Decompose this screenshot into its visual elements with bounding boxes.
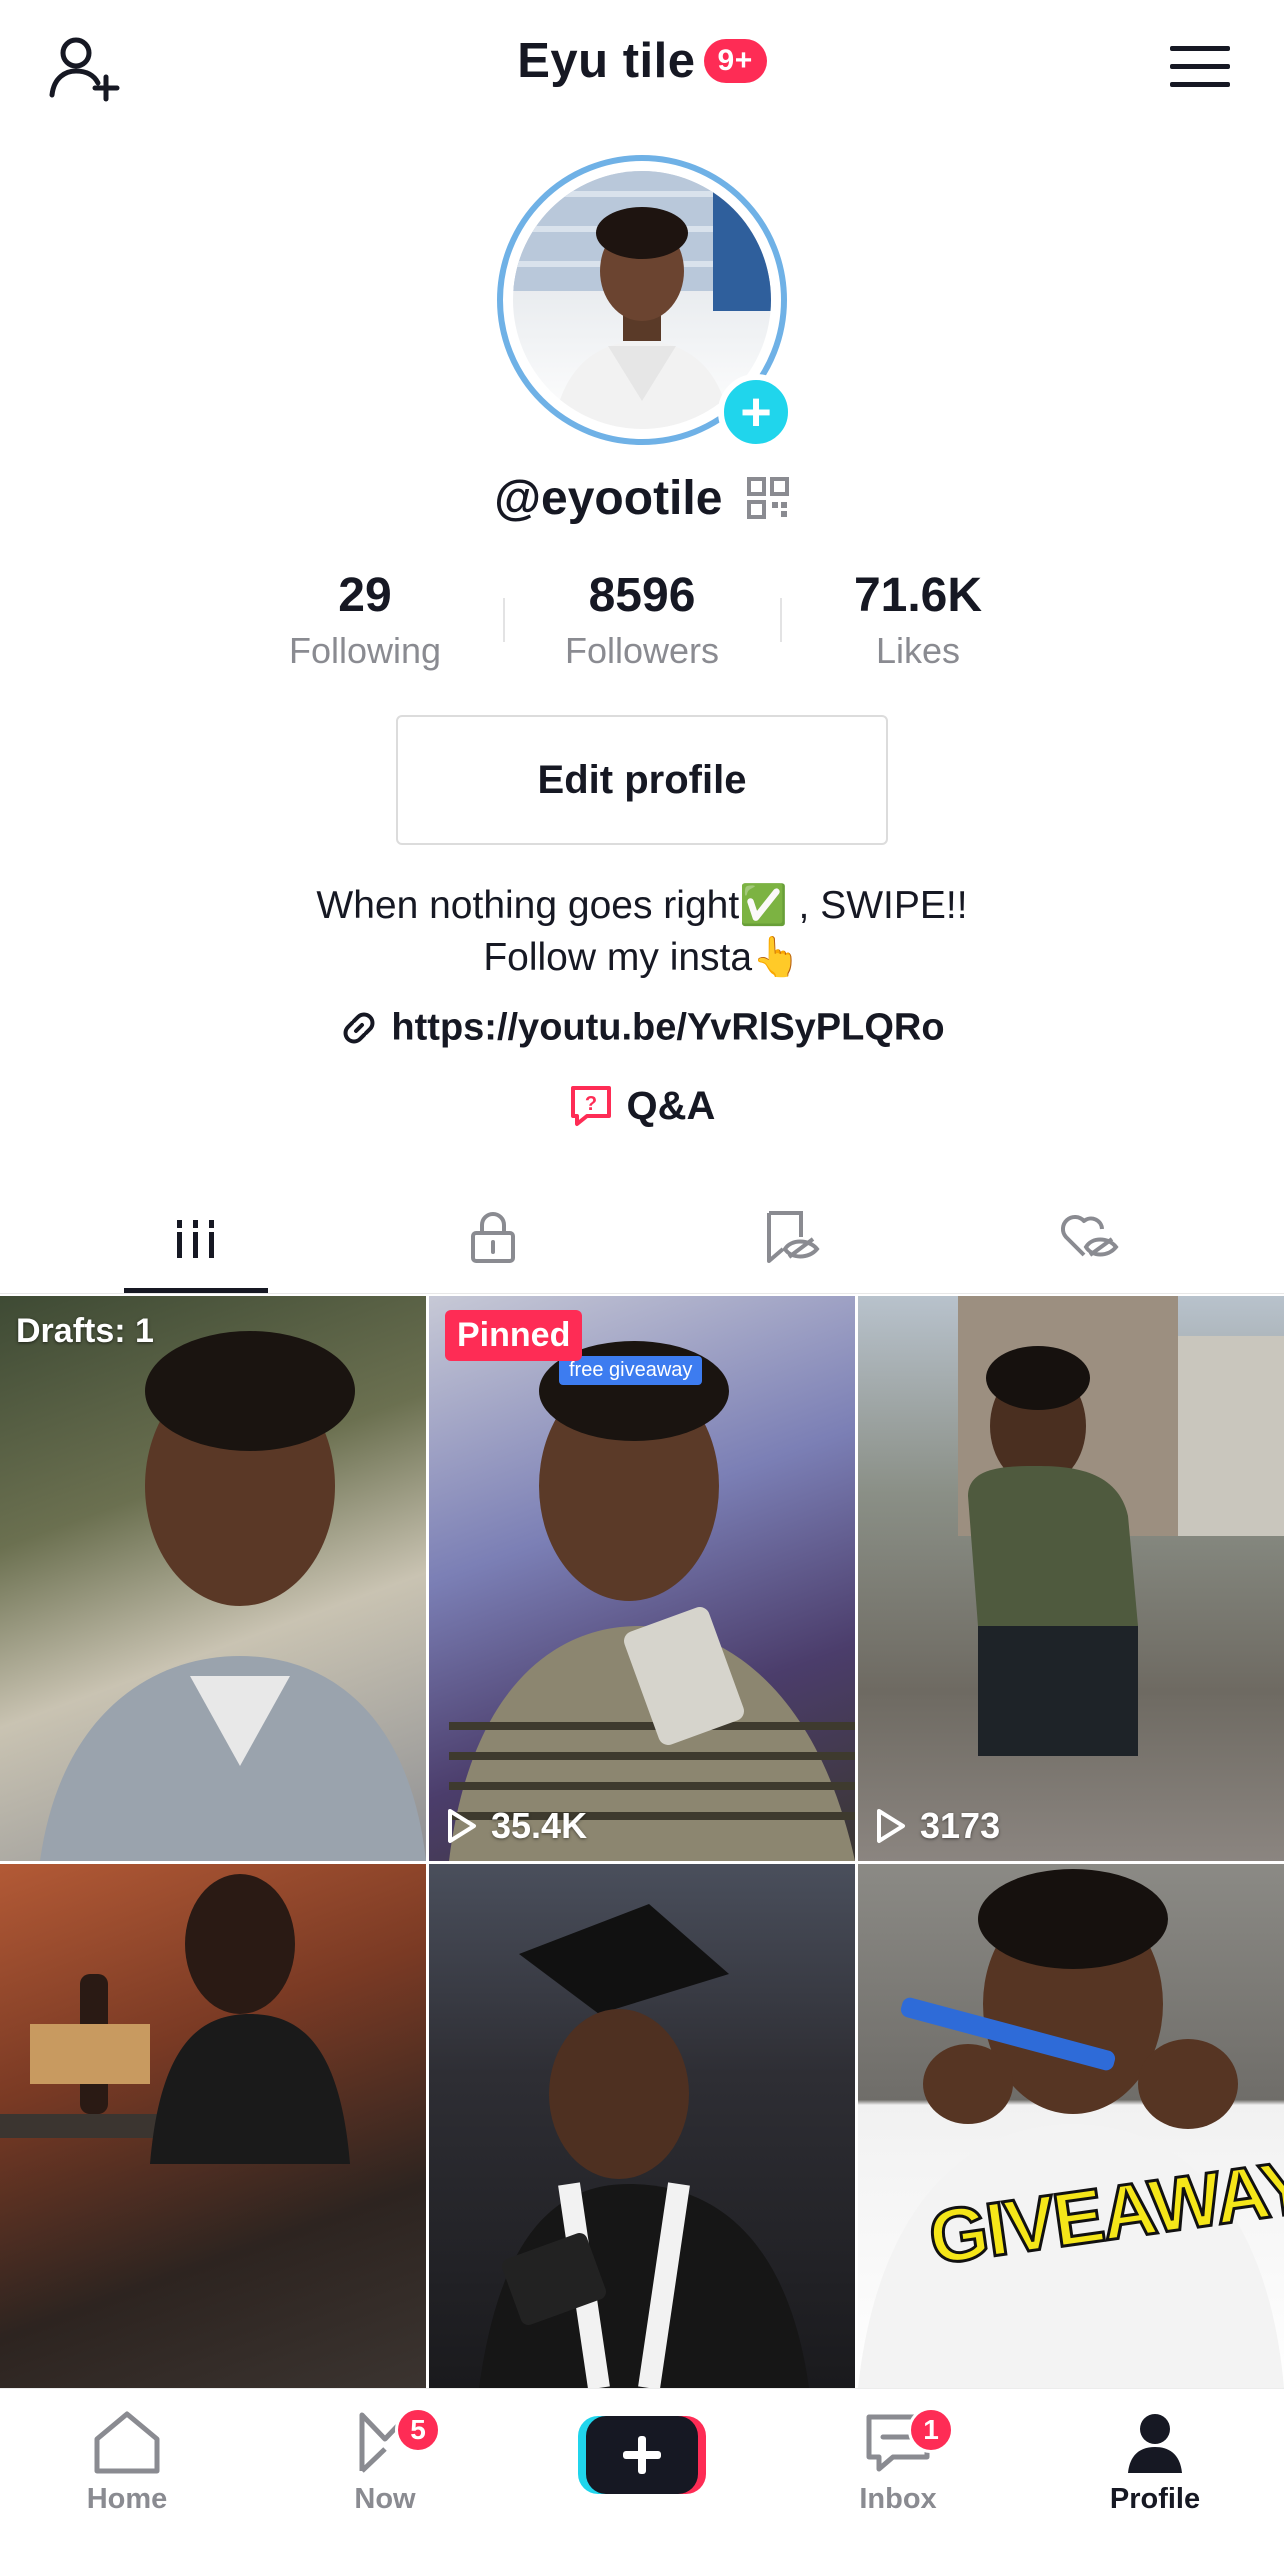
profile-title[interactable]: Eyu tile 9+: [0, 30, 1284, 89]
question-chat-icon: ?: [570, 1086, 611, 1127]
bio-line-2: Follow my insta👆: [483, 936, 801, 979]
grid-bars-icon: [174, 1216, 217, 1258]
tab-videos[interactable]: [35, 1180, 356, 1294]
nav-profile-label: Profile: [1109, 2483, 1201, 2515]
profile-name: Eyu tile: [517, 34, 696, 89]
stat-likes[interactable]: 71.6K Likes: [780, 565, 1056, 675]
top-bar: Eyu tile 9+: [0, 0, 1284, 130]
add-avatar-button[interactable]: +: [718, 374, 794, 450]
nav-home-label: Home: [86, 2483, 168, 2515]
heart-eye-icon: [1060, 1214, 1119, 1257]
likes-count: 71.6K: [853, 569, 983, 622]
tab-liked[interactable]: [928, 1180, 1249, 1294]
tab-reposts[interactable]: [630, 1180, 951, 1294]
play-icon: [877, 1809, 905, 1843]
view-count-text: 35.4K: [491, 1805, 588, 1846]
username: @eyootile: [494, 471, 723, 525]
video-tile-drafts[interactable]: Drafts: 1: [0, 1296, 426, 1861]
username-row: @eyootile: [0, 468, 1284, 526]
create-video-button[interactable]: [578, 2412, 706, 2498]
video-tile[interactable]: [0, 1864, 426, 2388]
hamburger-menu-icon: [1170, 46, 1230, 87]
create-plus-icon: [578, 2416, 706, 2494]
video-tile[interactable]: GIVEAWAY: [858, 1864, 1284, 2388]
nav-now[interactable]: Now 5: [295, 2407, 475, 2539]
following-label: Following: [288, 630, 442, 671]
bio-link[interactable]: https://youtu.be/YvRlSyPLQRo: [0, 1005, 1284, 1049]
nav-now-label: Now: [354, 2483, 416, 2515]
view-count: 35.4K: [447, 1805, 587, 1847]
profile-icon: [1128, 2414, 1182, 2473]
menu-button[interactable]: [1160, 34, 1240, 100]
profile-tabs: [0, 1180, 1284, 1294]
bio-line-1: When nothing goes right✅ , SWIPE!!: [316, 884, 968, 927]
svg-text:?: ?: [584, 1093, 596, 1115]
video-tile[interactable]: [429, 1864, 855, 2388]
video-tile-pinned[interactable]: free giveaway Pinned 35.4K: [429, 1296, 855, 1861]
bookmark-eye-icon: [766, 1211, 820, 1263]
home-icon: [94, 2411, 160, 2474]
nav-now-badge: 5: [395, 2407, 441, 2453]
lock-icon: [470, 1212, 515, 1263]
video-caption: free giveaway: [559, 1356, 703, 1385]
view-count: 3173: [876, 1805, 1000, 1847]
nav-profile[interactable]: Profile: [1065, 2409, 1245, 2539]
nav-inbox-label: Inbox: [859, 2483, 937, 2515]
edit-profile-button[interactable]: Edit profile: [396, 715, 888, 845]
stat-following[interactable]: 29 Following: [227, 565, 503, 675]
tab-private[interactable]: [332, 1180, 653, 1294]
followers-label: Followers: [564, 630, 720, 671]
link-icon: [343, 1012, 375, 1044]
drafts-label: Drafts: 1: [16, 1312, 154, 1350]
nav-home[interactable]: Home: [37, 2409, 217, 2539]
nav-inbox[interactable]: Inbox 1: [808, 2407, 988, 2539]
pinned-badge: Pinned: [445, 1310, 583, 1361]
notification-badge: 9+: [703, 39, 767, 84]
video-tile[interactable]: 3173: [858, 1296, 1284, 1861]
bio-link-text: https://youtu.be/YvRlSyPLQRo: [391, 1006, 945, 1049]
nav-inbox-badge: 1: [908, 2407, 954, 2453]
followers-count: 8596: [588, 569, 696, 622]
qa-label: Q&A: [626, 1083, 716, 1128]
view-count-text: 3173: [920, 1805, 1001, 1846]
following-count: 29: [338, 569, 392, 622]
play-icon: [448, 1809, 476, 1843]
active-tab-indicator: [124, 1288, 268, 1293]
stat-followers[interactable]: 8596 Followers: [504, 565, 780, 675]
qr-code-icon[interactable]: [746, 476, 790, 520]
likes-label: Likes: [875, 630, 961, 671]
qa-button[interactable]: ? Q&A: [0, 1082, 1284, 1129]
